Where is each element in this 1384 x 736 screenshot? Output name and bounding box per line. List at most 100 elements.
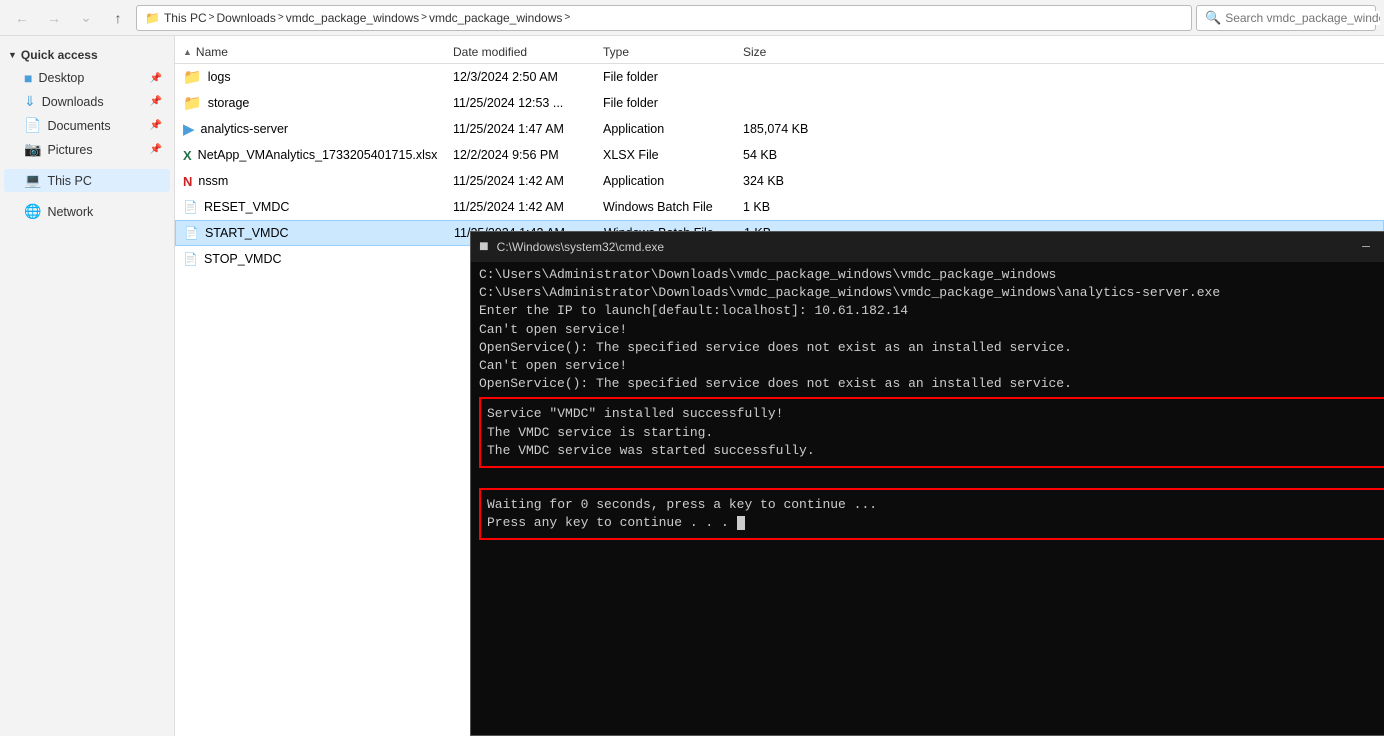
pin-icon: 📌 (150, 120, 162, 131)
sidebar-item-label: Pictures (47, 143, 92, 157)
cmd-icon: ■ (479, 238, 489, 256)
main-area: ▼ Quick access ■ Desktop 📌 ⇓ Downloads 📌… (0, 36, 1384, 736)
file-type: Application (595, 174, 735, 188)
quick-access-header: ▼ Quick access (0, 44, 174, 66)
file-name: storage (208, 96, 250, 110)
file-type: XLSX File (595, 148, 735, 162)
file-name: START_VMDC (205, 226, 289, 240)
cmd-line: Waiting for 0 seconds, press a key to co… (487, 496, 1384, 514)
file-size: 185,074 KB (735, 122, 835, 136)
network-icon: 🌐 (24, 203, 41, 220)
file-type: Application (595, 122, 735, 136)
sidebar-item-label: Network (47, 205, 93, 219)
col-header-date[interactable]: Date modified (445, 45, 595, 59)
sidebar: ▼ Quick access ■ Desktop 📌 ⇓ Downloads 📌… (0, 36, 175, 736)
pin-icon: 📌 (150, 144, 162, 155)
cmd-line: C:\Users\Administrator\Downloads\vmdc_pa… (479, 266, 1384, 284)
table-row[interactable]: 📁 logs 12/3/2024 2:50 AM File folder (175, 64, 1384, 90)
recent-button[interactable]: ⌄ (72, 4, 100, 32)
cmd-cursor (737, 516, 745, 530)
top-bar: ← → ⌄ ↑ 📁 This PC > Downloads > vmdc_pac… (0, 0, 1384, 36)
cmd-line: Service "VMDC" installed successfully! (487, 405, 1384, 423)
pin-icon: 📌 (150, 73, 162, 84)
address-crumb: This PC > Downloads > vmdc_package_windo… (164, 11, 570, 25)
sidebar-item-pictures[interactable]: 📷 Pictures 📌 (4, 138, 170, 161)
file-type: Windows Batch File (595, 200, 735, 214)
sidebar-item-network[interactable]: 🌐 Network (4, 200, 170, 223)
crumb-vmdc1[interactable]: vmdc_package_windows (286, 11, 419, 25)
col-header-type[interactable]: Type (595, 45, 735, 59)
search-input[interactable] (1225, 11, 1380, 25)
file-size: 324 KB (735, 174, 835, 188)
downloads-icon: ⇓ (24, 93, 36, 110)
table-row[interactable]: X NetApp_VMAnalytics_1733205401715.xlsx … (175, 142, 1384, 168)
search-box[interactable]: 🔍 (1196, 5, 1376, 31)
cmd-line: Enter the IP to launch[default:localhost… (479, 302, 1384, 320)
cmd-line: Can't open service! (479, 321, 1384, 339)
sidebar-item-label: Documents (47, 119, 110, 133)
app-icon: ▶ (183, 120, 195, 138)
file-name: nssm (198, 174, 228, 188)
file-name: NetApp_VMAnalytics_1733205401715.xlsx (198, 148, 438, 162)
pin-icon: 📌 (150, 96, 162, 107)
forward-button[interactable]: → (40, 4, 68, 32)
up-button[interactable]: ↑ (104, 4, 132, 32)
col-header-size[interactable]: Size (735, 45, 835, 59)
file-name: logs (208, 70, 231, 84)
file-size: 54 KB (735, 148, 835, 162)
file-size: 1 KB (735, 200, 835, 214)
nssm-icon: N (183, 174, 192, 189)
cmd-controls: ─ □ ✕ (1343, 232, 1384, 262)
file-name: STOP_VMDC (204, 252, 282, 266)
sidebar-item-desktop[interactable]: ■ Desktop 📌 (4, 67, 170, 89)
table-row[interactable]: 📄 RESET_VMDC 11/25/2024 1:42 AM Windows … (175, 194, 1384, 220)
table-row[interactable]: N nssm 11/25/2024 1:42 AM Application 32… (175, 168, 1384, 194)
cmd-line: Can't open service! (479, 357, 1384, 375)
excel-icon: X (183, 148, 192, 163)
cmd-line: OpenService(): The specified service doe… (479, 339, 1384, 357)
sidebar-item-label: Desktop (38, 71, 84, 85)
table-row[interactable]: ▶ analytics-server 11/25/2024 1:47 AM Ap… (175, 116, 1384, 142)
cmd-body[interactable]: C:\Users\Administrator\Downloads\vmdc_pa… (471, 262, 1384, 735)
pictures-icon: 📷 (24, 141, 41, 158)
chevron-down-icon: ▼ (8, 50, 17, 60)
bat-icon: 📄 (184, 226, 199, 240)
table-row[interactable]: 📁 storage 11/25/2024 12:53 ... File fold… (175, 90, 1384, 116)
file-table-header: ▲ Name Date modified Type Size (175, 36, 1384, 64)
sort-arrow-icon: ▲ (183, 47, 192, 57)
cmd-titlebar: ■ C:\Windows\system32\cmd.exe ─ □ ✕ (471, 232, 1384, 262)
cmd-line: C:\Users\Administrator\Downloads\vmdc_pa… (479, 284, 1384, 302)
search-icon: 🔍 (1205, 10, 1221, 26)
cmd-minimize-button[interactable]: ─ (1343, 232, 1384, 262)
file-date: 11/25/2024 12:53 ... (445, 96, 595, 110)
crumb-thispc[interactable]: This PC (164, 11, 207, 25)
file-type: File folder (595, 96, 735, 110)
cmd-section-2: Waiting for 0 seconds, press a key to co… (479, 488, 1384, 540)
file-date: 12/2/2024 9:56 PM (445, 148, 595, 162)
sidebar-item-documents[interactable]: 📄 Documents 📌 (4, 114, 170, 137)
file-name: RESET_VMDC (204, 200, 289, 214)
folder-icon: 📁 (183, 68, 202, 86)
file-name: analytics-server (201, 122, 289, 136)
address-bar[interactable]: 📁 This PC > Downloads > vmdc_package_win… (136, 5, 1192, 31)
col-header-name[interactable]: ▲ Name (175, 45, 445, 59)
file-date: 11/25/2024 1:47 AM (445, 122, 595, 136)
crumb-downloads[interactable]: Downloads (216, 11, 275, 25)
back-button[interactable]: ← (8, 4, 36, 32)
bat-icon: 📄 (183, 200, 198, 214)
file-area: ▲ Name Date modified Type Size 📁 logs 12… (175, 36, 1384, 736)
file-date: 12/3/2024 2:50 AM (445, 70, 595, 84)
sidebar-item-thispc[interactable]: 💻 This PC (4, 169, 170, 192)
sidebar-item-label: This PC (47, 174, 91, 188)
cmd-line: Press any key to continue . . . (487, 514, 1384, 532)
file-type: File folder (595, 70, 735, 84)
cmd-section-1: Service "VMDC" installed successfully! Th… (479, 397, 1384, 468)
folder-icon-address: 📁 (145, 11, 160, 25)
folder-icon: 📁 (183, 94, 202, 112)
cmd-line: The VMDC service was started successfull… (487, 442, 1384, 460)
sidebar-item-downloads[interactable]: ⇓ Downloads 📌 (4, 90, 170, 113)
crumb-vmdc2[interactable]: vmdc_package_windows (429, 11, 562, 25)
thispc-icon: 💻 (24, 172, 41, 189)
bat-icon: 📄 (183, 252, 198, 266)
file-date: 11/25/2024 1:42 AM (445, 174, 595, 188)
